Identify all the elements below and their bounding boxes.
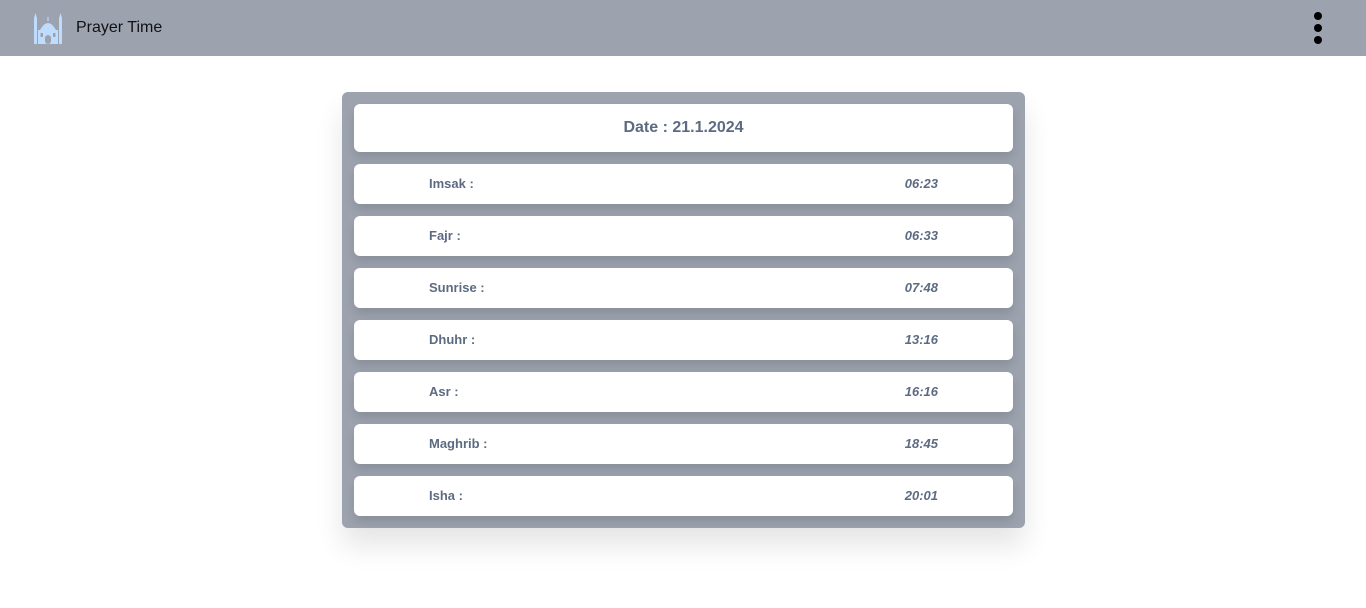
- prayer-name: Maghrib :: [429, 436, 488, 451]
- prayer-name: Sunrise :: [429, 280, 485, 295]
- app-title: Prayer Time: [76, 19, 163, 36]
- prayer-time: 07:48: [904, 280, 938, 295]
- date-header: Date : 21.1.2024: [354, 104, 1013, 152]
- prayer-row-fajr: Fajr : 06:33: [354, 216, 1013, 256]
- prayer-row-sunrise: Sunrise : 07:48: [354, 268, 1013, 308]
- prayer-times-card: Date : 21.1.2024 Imsak : 06:23 Fajr : 06…: [342, 92, 1025, 528]
- more-vertical-icon[interactable]: [1306, 10, 1330, 46]
- prayer-time: 13:16: [904, 332, 938, 347]
- menu-dot: [1314, 36, 1322, 44]
- prayer-time: 06:23: [904, 176, 938, 191]
- prayer-name: Asr :: [429, 384, 459, 399]
- prayer-name: Fajr :: [429, 228, 461, 243]
- date-label: Date : 21.1.2024: [623, 119, 744, 136]
- top-navbar: Prayer Time: [0, 0, 1366, 56]
- menu-dot: [1314, 24, 1322, 32]
- prayer-time: 20:01: [904, 488, 938, 503]
- prayer-row-asr: Asr : 16:16: [354, 372, 1013, 412]
- prayer-row-maghrib: Maghrib : 18:45: [354, 424, 1013, 464]
- prayer-time: 18:45: [904, 436, 938, 451]
- prayer-time: 06:33: [904, 228, 938, 243]
- prayer-name: Dhuhr :: [429, 332, 476, 347]
- prayer-time: 16:16: [904, 384, 938, 399]
- prayer-name: Isha :: [429, 488, 463, 503]
- prayer-name: Imsak :: [429, 176, 474, 191]
- prayer-row-imsak: Imsak : 06:23: [354, 164, 1013, 204]
- prayer-row-dhuhr: Dhuhr : 13:16: [354, 320, 1013, 360]
- mosque-icon[interactable]: [33, 12, 63, 44]
- menu-dot: [1314, 12, 1322, 20]
- prayer-row-isha: Isha : 20:01: [354, 476, 1013, 516]
